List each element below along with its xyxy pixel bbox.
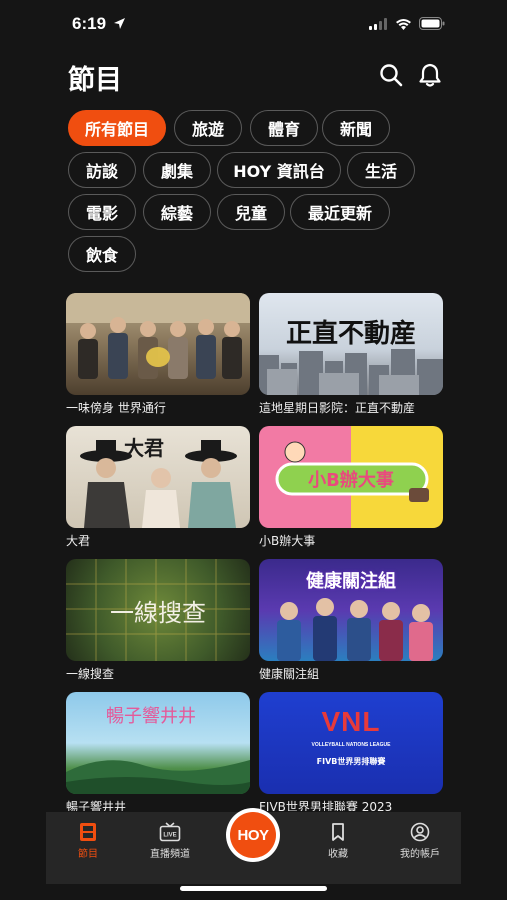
program-title: 健康關注組: [259, 667, 320, 681]
program-title: 暢子響井井: [66, 800, 127, 811]
cellular-signal-icon: [369, 17, 387, 30]
wifi-icon: [396, 18, 411, 30]
thumbnail-title-text: 健康關注組: [306, 571, 396, 592]
program-card[interactable]: 大君 大君: [66, 426, 250, 549]
program-grid: 一味傍身 世界通行 正直不動産 這地星期日影院：正直不動産 大君 大君 小B辦大…: [66, 293, 443, 811]
filter-chip-kids[interactable]: 兒童: [217, 194, 285, 230]
program-title: 這地星期日影院：正直不動産: [259, 401, 416, 415]
thumbnail-subtext: FIVB世界男排聯賽: [316, 757, 386, 766]
tab-label: 節目: [78, 849, 98, 860]
hoy-home-button[interactable]: HOY: [226, 808, 280, 862]
program-card[interactable]: 小B辦大事 小B辦大事: [259, 426, 443, 549]
filter-chip-all[interactable]: 所有節目: [68, 110, 166, 146]
program-card[interactable]: 健康關注組 健康關注組: [259, 559, 443, 682]
program-card[interactable]: 暢子響井井 暢子響井井: [66, 692, 250, 811]
filter-chip-movies[interactable]: 電影: [68, 194, 136, 230]
program-thumbnail: 小B辦大事: [259, 426, 443, 528]
program-title: 小B辦大事: [259, 534, 316, 548]
live-tv-icon: LIVE: [159, 822, 181, 842]
thumbnail-title-text: 小B辦大事: [308, 470, 394, 491]
thumbnail-subtext: VOLLEYBALL NATIONS LEAGUE: [311, 742, 391, 748]
program-thumbnail: 一線搜查: [66, 559, 250, 661]
filter-chip-talk[interactable]: 訪談: [68, 152, 136, 188]
program-thumbnail: 暢子響井井: [66, 692, 250, 794]
thumbnail-title-text: 一線搜查: [110, 599, 206, 627]
bookmark-icon: [332, 823, 344, 841]
program-card[interactable]: 一味傍身 世界通行: [66, 293, 250, 416]
program-title: 一味傍身 世界通行: [66, 401, 166, 415]
tab-my-account[interactable]: 我的帳戶: [380, 822, 460, 860]
filter-chip-variety[interactable]: 綜藝: [143, 194, 211, 230]
chefs-group-image: [66, 293, 250, 379]
page-title: 節目: [68, 65, 122, 96]
program-card[interactable]: 正直不動産 這地星期日影院：正直不動産: [259, 293, 443, 416]
tab-favorites[interactable]: 收藏: [298, 822, 378, 860]
bottom-tab-bar: 節目 LIVE 直播頻道 HOY 收藏 我的帳戶: [46, 808, 461, 884]
hoy-logo: HOY: [230, 812, 276, 858]
location-arrow-icon: [114, 18, 125, 29]
search-icon[interactable]: [378, 62, 404, 88]
program-title: 一線搜查: [66, 667, 115, 681]
filter-chip-hoy-info[interactable]: HOY 資訊台: [217, 152, 341, 188]
filter-chip-news[interactable]: 新聞: [322, 110, 390, 146]
svg-text:LIVE: LIVE: [163, 833, 176, 839]
tab-live-channels[interactable]: LIVE 直播頻道: [130, 822, 210, 860]
filter-chip-recent[interactable]: 最近更新: [290, 194, 390, 230]
program-thumbnail: 健康關注組: [259, 559, 443, 661]
status-time: 6:19: [72, 14, 107, 33]
account-icon: [410, 822, 430, 842]
battery-icon: [419, 17, 445, 30]
filter-chip-travel[interactable]: 旅遊: [174, 110, 242, 146]
filter-chip-sports[interactable]: 體育: [250, 110, 318, 146]
program-card[interactable]: VNL VOLLEYBALL NATIONS LEAGUE FIVB世界男排聯賽…: [259, 692, 443, 811]
program-title: FIVB世界男排聯賽 2023: [259, 800, 393, 811]
program-thumbnail: 正直不動産: [259, 293, 443, 395]
filter-chip-lifestyle[interactable]: 生活: [347, 152, 415, 188]
filter-chip-drama[interactable]: 劇集: [143, 152, 211, 188]
filter-chip-food[interactable]: 飲食: [68, 236, 136, 272]
film-icon: [80, 823, 96, 841]
program-thumbnail: VNL VOLLEYBALL NATIONS LEAGUE FIVB世界男排聯賽: [259, 692, 443, 794]
tab-programs[interactable]: 節目: [48, 822, 128, 860]
thumbnail-title-text: 大君: [124, 436, 164, 460]
tab-label: 收藏: [328, 849, 348, 860]
thumbnail-logo-text: VNL: [321, 706, 381, 737]
program-card[interactable]: 一線搜查 一線搜查: [66, 559, 250, 682]
program-title: 大君: [66, 534, 91, 548]
tab-label: 直播頻道: [150, 849, 190, 860]
program-thumbnail: 大君: [66, 426, 250, 528]
header: 節目: [68, 56, 443, 96]
thumbnail-title-text: 暢子響井井: [106, 706, 196, 727]
tab-label: 我的帳戶: [400, 849, 440, 860]
home-indicator: [180, 886, 327, 891]
program-thumbnail: [66, 293, 250, 395]
bell-icon[interactable]: [417, 62, 443, 88]
thumbnail-title-text: 正直不動産: [285, 319, 416, 349]
status-bar: 6:19: [0, 0, 507, 50]
